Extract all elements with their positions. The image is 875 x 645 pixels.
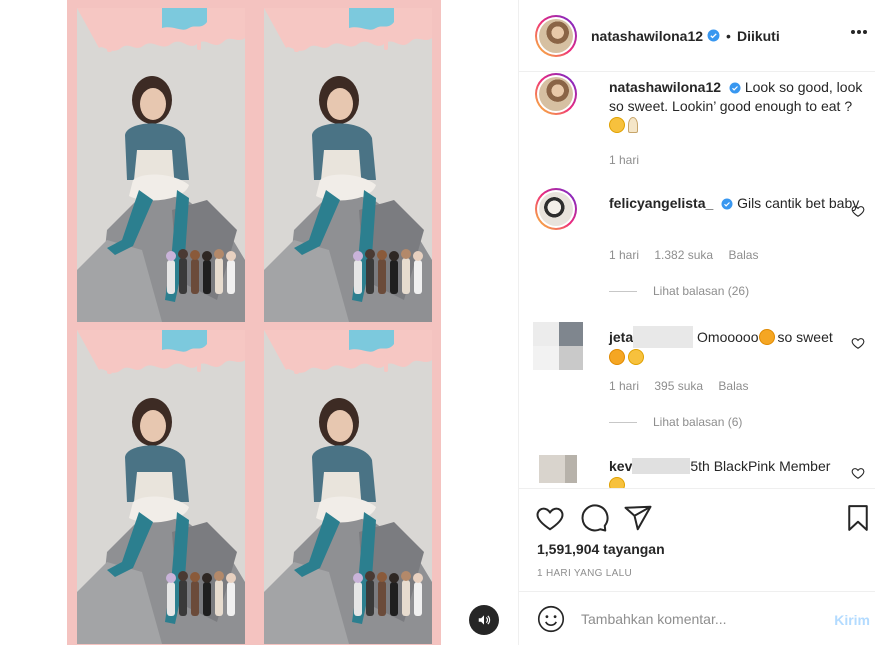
- verified-badge-icon: [707, 29, 720, 42]
- media-area: [0, 0, 518, 645]
- media-tile: [67, 0, 254, 322]
- view-replies-button[interactable]: Lihat balasan (26): [609, 284, 749, 298]
- heart-eyes-emoji-icon: [758, 329, 775, 345]
- header-separator: •: [726, 27, 731, 44]
- replies-divider: [609, 421, 637, 423]
- comment-body: Gils cantik bet baby: [737, 195, 860, 211]
- comment-time: 1 hari: [609, 379, 640, 393]
- comment-body: 5th BlackPink Member: [690, 458, 831, 474]
- author-username[interactable]: natashawilona12: [591, 28, 703, 44]
- view-replies-label: Lihat balasan (26): [653, 284, 750, 298]
- emoji-icon: [609, 477, 625, 488]
- more-options-icon[interactable]: [850, 24, 868, 40]
- view-replies-label: Lihat balasan (6): [653, 415, 743, 429]
- pixelated-avatar: [533, 346, 559, 370]
- comment-username[interactable]: kev: [609, 458, 632, 474]
- reply-button[interactable]: Balas: [718, 379, 748, 393]
- comment-username[interactable]: jeta: [609, 329, 633, 345]
- media-tile: [254, 0, 441, 322]
- comment-meta: 1 hari 395 suka Balas: [609, 379, 760, 393]
- comment-text: jeta Omooooo so sweet: [609, 326, 865, 367]
- pixelated-avatar: [559, 346, 583, 370]
- comment-text: felicyangelista_ Gils cantik bet baby: [609, 194, 865, 213]
- post-actions: 1,591,904 tayangan 1 HARI YANG LALU: [519, 488, 875, 591]
- comment-username[interactable]: felicyangelista_: [609, 195, 713, 211]
- author-avatar[interactable]: [535, 14, 577, 57]
- sound-toggle-button[interactable]: [469, 605, 499, 635]
- comment-likes[interactable]: 1.382 suka: [654, 248, 713, 262]
- verified-badge-icon: [729, 82, 741, 94]
- comments-list[interactable]: natashawilona12 Look so good, look so sw…: [519, 73, 875, 488]
- media-tile: [254, 322, 441, 644]
- view-count[interactable]: 1,591,904 tayangan: [537, 541, 665, 557]
- caption-username[interactable]: natashawilona12: [609, 79, 721, 95]
- post-media[interactable]: [67, 0, 441, 645]
- replies-divider: [609, 290, 637, 292]
- caption-text: natashawilona12 Look so good, look so sw…: [609, 78, 865, 135]
- comment-meta: 1 hari 1.382 suka Balas: [609, 248, 770, 262]
- pixelated-avatar: [565, 455, 577, 483]
- comment-composer: Kirim: [519, 591, 875, 645]
- pixelated-avatar: [559, 322, 583, 346]
- ice-cream-emoji-icon: [628, 117, 638, 133]
- caption-time: 1 hari: [609, 153, 640, 167]
- heart-icon[interactable]: [851, 336, 865, 350]
- post-side-panel: natashawilona12 • Diikuti natashawilona1…: [518, 0, 875, 645]
- heart-icon[interactable]: [535, 503, 565, 533]
- heart-eyes-emoji-icon: [609, 349, 625, 365]
- comment-body-tail: so sweet: [777, 329, 833, 345]
- reply-button[interactable]: Balas: [728, 248, 758, 262]
- comment-text: kev 5th BlackPink Member: [609, 457, 865, 488]
- emoji-icon[interactable]: [537, 605, 565, 633]
- comment-icon[interactable]: [579, 503, 609, 533]
- pixelated-username: [633, 326, 694, 348]
- verified-badge-icon: [721, 198, 733, 210]
- heart-icon[interactable]: [851, 204, 865, 218]
- comment-body: Omooooo: [697, 329, 759, 345]
- view-replies-button[interactable]: Lihat balasan (6): [609, 415, 742, 429]
- follow-status-button[interactable]: Diikuti: [737, 28, 780, 44]
- pixelated-avatar: [533, 322, 559, 346]
- comment-avatar[interactable]: [535, 188, 577, 230]
- hug-emoji-icon: [628, 349, 644, 365]
- yum-emoji-icon: [609, 117, 625, 133]
- share-icon[interactable]: [623, 503, 653, 533]
- caption-avatar[interactable]: [535, 73, 577, 115]
- post-comment-button[interactable]: Kirim: [834, 612, 870, 628]
- comment-likes[interactable]: 395 suka: [654, 379, 703, 393]
- pixelated-username: [632, 458, 691, 474]
- comment-input[interactable]: [581, 610, 811, 627]
- sound-icon: [478, 615, 491, 625]
- pixelated-avatar: [539, 455, 565, 483]
- heart-icon[interactable]: [851, 466, 865, 480]
- media-tile: [67, 322, 254, 644]
- post-header: natashawilona12 • Diikuti: [519, 0, 875, 72]
- comment-time: 1 hari: [609, 248, 640, 262]
- post-date: 1 HARI YANG LALU: [537, 568, 633, 579]
- bookmark-icon[interactable]: [843, 503, 873, 533]
